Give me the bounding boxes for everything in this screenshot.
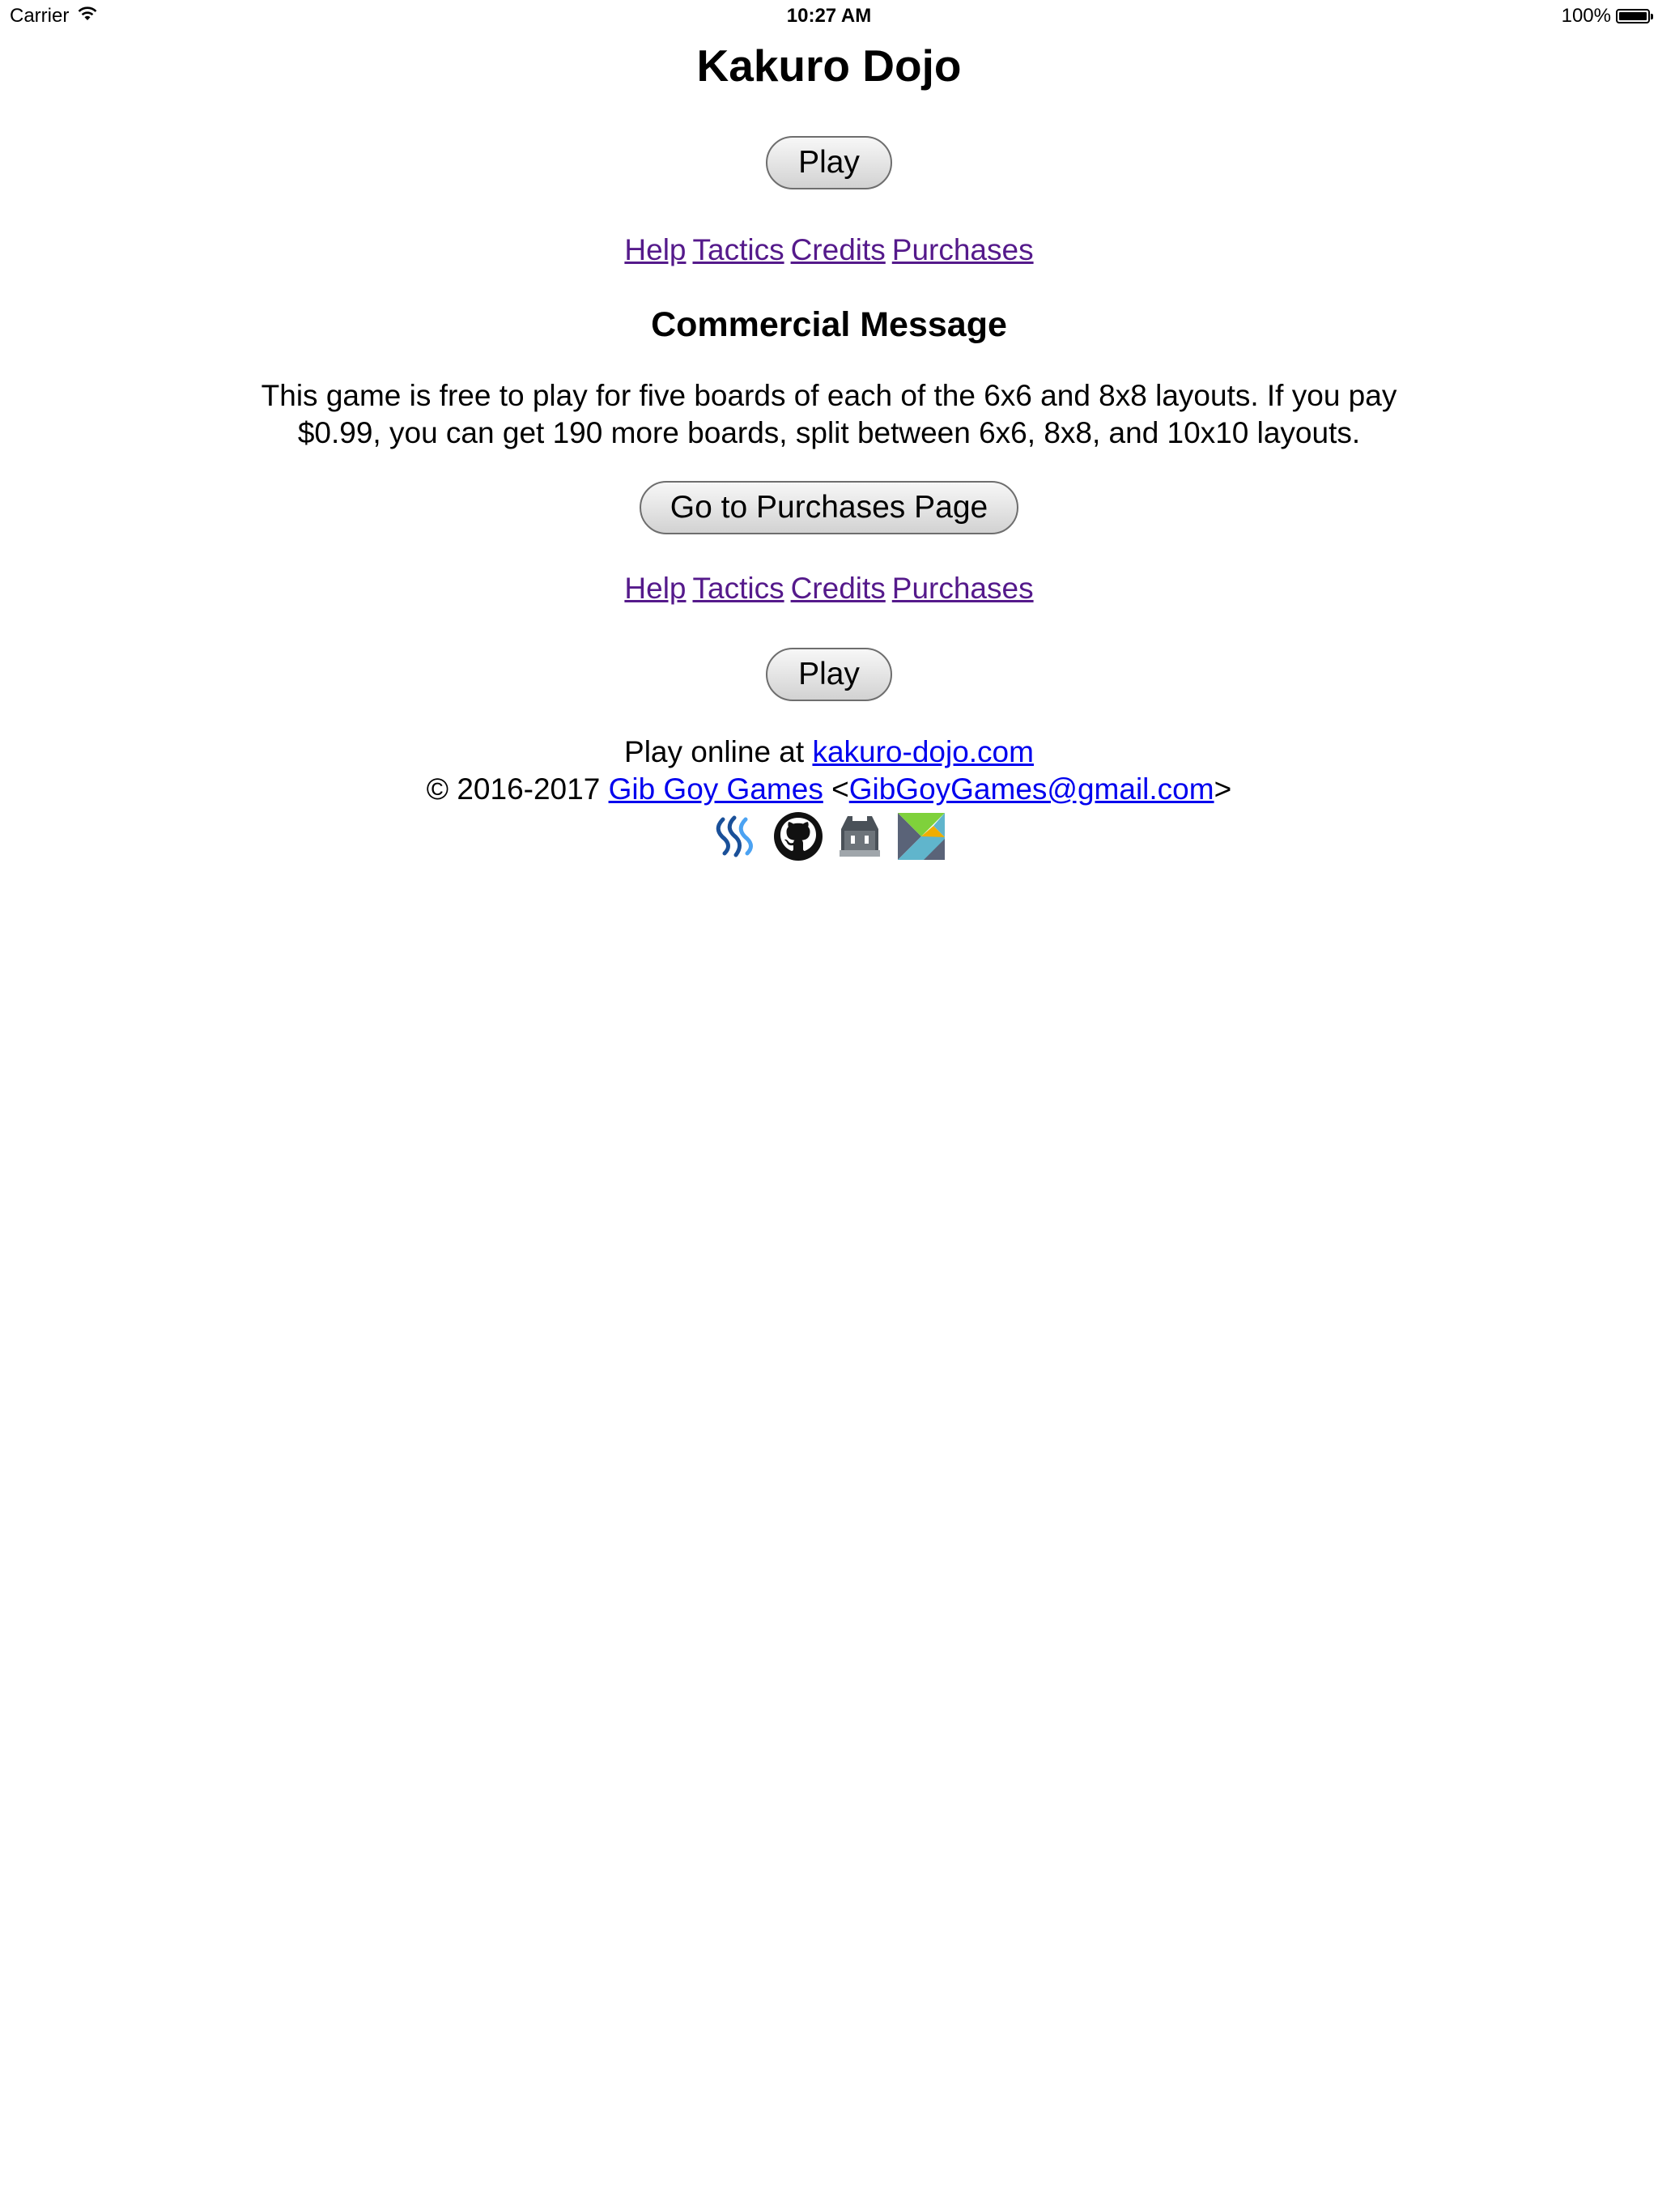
play-online-prefix: Play online at <box>624 735 813 768</box>
github-icon[interactable] <box>773 811 823 861</box>
cordova-icon[interactable] <box>835 811 885 861</box>
help-link[interactable]: Help <box>624 233 686 266</box>
purchases-link[interactable]: Purchases <box>892 233 1034 266</box>
commercial-text: This game is free to play for five board… <box>261 379 1397 449</box>
company-link[interactable]: Gib Goy Games <box>609 772 823 806</box>
credits-link[interactable]: Credits <box>791 233 886 266</box>
email-close: > <box>1214 772 1232 806</box>
email-open: < <box>823 772 849 806</box>
play-online-line: Play online at kakuro-dojo.com <box>0 734 1658 771</box>
nav-links-top: Help Tactics Credits Purchases <box>0 232 1658 269</box>
help-link[interactable]: Help <box>624 572 686 605</box>
go-to-purchases-button[interactable]: Go to Purchases Page <box>639 481 1019 534</box>
tactics-link[interactable]: Tactics <box>693 233 784 266</box>
battery-fill <box>1619 12 1647 20</box>
purchase-row: Go to Purchases Page <box>0 481 1658 534</box>
commercial-heading: Commercial Message <box>651 305 1007 344</box>
nav-links-bottom: Help Tactics Credits Purchases <box>0 570 1658 607</box>
status-bar: Carrier 10:27 AM 100% <box>0 0 1658 32</box>
copyright-prefix: © 2016-2017 <box>426 772 609 806</box>
footer: Play online at kakuro-dojo.com © 2016-20… <box>0 734 1658 861</box>
footer-icons <box>0 811 1658 861</box>
credits-link[interactable]: Credits <box>791 572 886 605</box>
play-row-bottom: Play <box>0 648 1658 701</box>
steemit-icon[interactable] <box>712 811 762 861</box>
battery-percent: 100% <box>1561 5 1611 27</box>
play-button-bottom[interactable]: Play <box>766 648 892 701</box>
elm-icon[interactable] <box>896 811 946 861</box>
site-link[interactable]: kakuro-dojo.com <box>812 735 1034 768</box>
copyright-line: © 2016-2017 Gib Goy Games <GibGoyGames@g… <box>0 771 1658 808</box>
page-title: Kakuro Dojo <box>696 40 962 91</box>
battery-icon <box>1616 9 1653 23</box>
status-right: 100% <box>1561 5 1653 28</box>
play-button-top[interactable]: Play <box>766 136 892 189</box>
play-row-top: Play <box>0 136 1658 189</box>
tactics-link[interactable]: Tactics <box>693 572 784 605</box>
purchases-link[interactable]: Purchases <box>892 572 1034 605</box>
email-link[interactable]: GibGoyGames@gmail.com <box>849 772 1214 806</box>
main-page: Kakuro Dojo Play Help Tactics Credits Purch… <box>0 32 1658 861</box>
status-time: 10:27 AM <box>786 5 872 27</box>
